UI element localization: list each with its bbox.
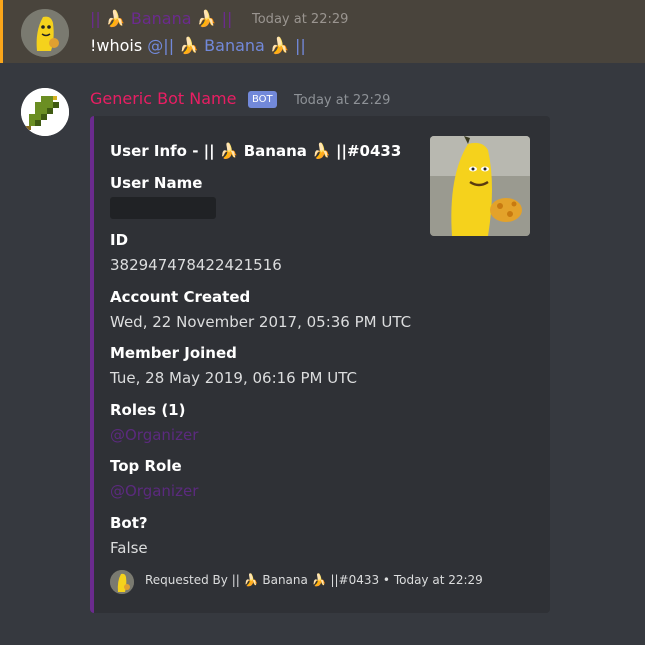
field-name-bot: Bot? <box>110 514 148 532</box>
field-name-id: ID <box>110 231 129 249</box>
field-name-member-joined: Member Joined <box>110 344 237 362</box>
embed-title: User Info - || 🍌 Banana 🍌 ||#0433 <box>110 142 402 160</box>
mention-accent-bar <box>0 0 3 63</box>
message-content: !whois @|| 🍌 Banana 🍌 || <box>90 36 306 55</box>
field-name-user-name: User Name <box>110 174 203 192</box>
footer-avatar <box>110 570 134 594</box>
embed-thumbnail[interactable] <box>430 136 530 236</box>
bot-badge: BOT <box>248 91 277 108</box>
embed-footer-text: Requested By || 🍌 Banana 🍌 ||#0433 • Tod… <box>145 573 483 587</box>
user-info-embed: User Info - || 🍌 Banana 🍌 ||#0433 User N… <box>90 116 550 613</box>
message-username[interactable]: || 🍌 Banana 🍌 || <box>90 9 232 28</box>
field-value-roles[interactable]: @Organizer <box>110 426 198 444</box>
user-mention[interactable]: @|| 🍌 Banana 🍌 || <box>147 36 305 55</box>
field-name-account-created: Account Created <box>110 288 251 306</box>
field-value-bot: False <box>110 539 148 557</box>
field-name-top-role: Top Role <box>110 457 182 475</box>
bot-message-timestamp: Today at 22:29 <box>294 93 391 108</box>
field-name-roles: Roles (1) <box>110 401 186 419</box>
field-value-top-role[interactable]: @Organizer <box>110 482 198 500</box>
field-value-id: 382947478422421516 <box>110 256 282 274</box>
message-timestamp: Today at 22:29 <box>252 12 349 27</box>
field-value-account-created: Wed, 22 November 2017, 05:36 PM UTC <box>110 313 412 331</box>
message-highlighted: || 🍌 Banana 🍌 || Today at 22:29 !whois @… <box>0 0 645 63</box>
bot-avatar[interactable] <box>21 88 69 136</box>
user-avatar[interactable] <box>21 9 69 57</box>
bot-username[interactable]: Generic Bot Name <box>90 89 236 108</box>
redacted-user-name <box>110 197 216 219</box>
field-value-member-joined: Tue, 28 May 2019, 06:16 PM UTC <box>110 369 357 387</box>
command-text: !whois <box>90 36 148 55</box>
embed-color-bar <box>90 116 94 613</box>
